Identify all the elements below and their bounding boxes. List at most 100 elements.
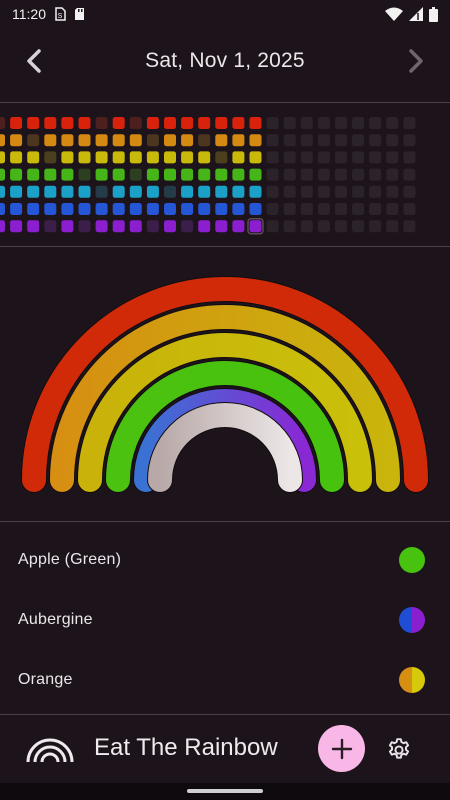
grid-cell — [44, 168, 57, 181]
list-item[interactable]: Orange — [0, 650, 450, 710]
grid-cell — [386, 168, 399, 181]
grid-cell — [266, 134, 279, 147]
grid-cell — [27, 151, 40, 164]
grid-cell — [335, 168, 347, 181]
grid-cell — [215, 134, 228, 147]
grid-cell — [232, 185, 245, 198]
next-day-button[interactable] — [399, 44, 433, 78]
color-segment — [412, 667, 425, 693]
grid-cell — [300, 168, 313, 181]
color-segment — [399, 607, 412, 633]
grid-cell — [44, 185, 57, 198]
grid-cell — [95, 220, 108, 233]
grid-cell — [335, 203, 347, 215]
grid-cell — [0, 117, 5, 129]
grid-cell — [232, 220, 245, 233]
grid-cell — [215, 117, 228, 129]
grid-cell — [403, 151, 416, 164]
grid-cell — [317, 117, 330, 129]
grid-cell — [403, 220, 416, 233]
grid-cell — [249, 168, 262, 181]
grid-cell — [266, 168, 279, 181]
settings-button[interactable] — [384, 735, 414, 765]
previous-day-button[interactable] — [17, 44, 51, 78]
grid-cell — [146, 117, 159, 129]
history-grid[interactable] — [0, 103, 450, 246]
grid-cell — [78, 168, 91, 181]
grid-cell — [335, 151, 347, 164]
grid-cell — [317, 185, 330, 198]
grid-cell — [44, 151, 57, 164]
grid-cell — [198, 134, 211, 147]
grid-cell — [283, 117, 296, 129]
list-item[interactable]: Apple (Green) — [0, 530, 450, 590]
grid-cell — [283, 134, 296, 147]
grid-cell — [283, 151, 296, 164]
grid-cell — [249, 117, 262, 129]
plus-icon — [331, 738, 352, 759]
grid-cell — [44, 134, 57, 147]
grid-cell — [0, 168, 5, 181]
grid-cell — [403, 168, 416, 181]
home-indicator[interactable] — [187, 789, 263, 793]
grid-cell — [215, 151, 228, 164]
grid-cell — [352, 203, 365, 215]
grid-cell — [27, 220, 40, 233]
grid-cell — [129, 134, 142, 147]
signal-icon — [409, 7, 423, 21]
grid-cell — [386, 151, 399, 164]
grid-cell — [369, 134, 382, 147]
grid-cell — [232, 168, 245, 181]
grid-cell — [10, 134, 23, 147]
grid-cell — [146, 220, 159, 233]
history-grid-canvas — [0, 117, 416, 235]
grid-cell — [0, 185, 5, 198]
grid-cell — [283, 168, 296, 181]
sim-manager-icon: S — [54, 7, 66, 21]
grid-cell — [198, 220, 211, 233]
grid-cell — [317, 220, 330, 233]
grid-cell — [300, 220, 313, 233]
grid-cell — [164, 117, 176, 129]
grid-cell — [283, 185, 296, 198]
grid-cell — [232, 151, 245, 164]
grid-cell — [249, 134, 262, 147]
grid-cell — [232, 134, 245, 147]
grid-cell — [317, 168, 330, 181]
grid-cell — [164, 220, 176, 233]
grid-cell — [78, 134, 91, 147]
grid-cell — [283, 220, 296, 233]
grid-cell — [10, 203, 23, 215]
grid-cell — [300, 134, 313, 147]
grid-cell — [146, 168, 159, 181]
grid-cell — [403, 117, 416, 129]
food-list: Apple (Green) Aubergine Orange — [0, 530, 450, 710]
grid-cell — [352, 151, 365, 164]
grid-cell — [386, 203, 399, 215]
date-title: Sat, Nov 1, 2025 — [145, 49, 305, 72]
grid-cell — [164, 168, 176, 181]
grid-cell — [112, 151, 125, 164]
grid-cell — [198, 203, 211, 215]
grid-cell — [112, 168, 125, 181]
grid-cell — [300, 151, 313, 164]
grid-cell — [249, 151, 262, 164]
grid-cell — [164, 151, 176, 164]
grid-cell — [112, 185, 125, 198]
grid-cell — [164, 134, 176, 147]
grid-cell — [181, 134, 194, 147]
list-item[interactable]: Aubergine — [0, 590, 450, 650]
grid-cell — [369, 220, 382, 233]
grid-cell — [0, 203, 5, 215]
food-name: Aubergine — [18, 611, 93, 628]
grid-cell — [369, 117, 382, 129]
grid-cell — [300, 117, 313, 129]
add-food-button[interactable] — [318, 725, 365, 772]
grid-cell — [386, 185, 399, 198]
grid-cell — [300, 185, 313, 198]
status-time: 11:20 — [12, 6, 46, 22]
grid-cell — [215, 185, 228, 198]
status-bar: 11:20 S — [0, 0, 450, 28]
color-segment — [399, 547, 425, 573]
grid-cell — [27, 168, 40, 181]
